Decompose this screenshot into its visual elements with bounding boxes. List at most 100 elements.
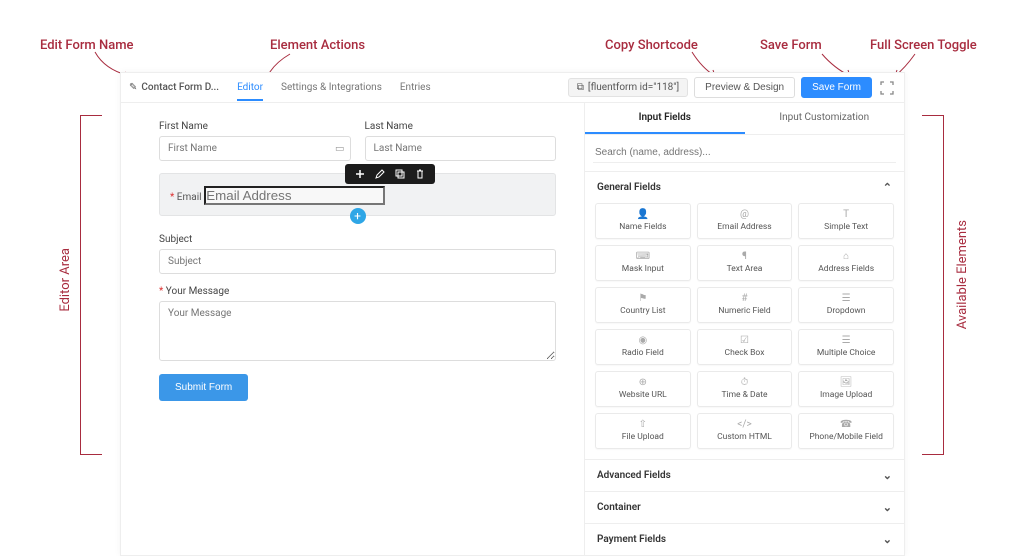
pencil-icon: ✎ xyxy=(129,82,137,93)
field-tile[interactable]: ◉Radio Field xyxy=(595,329,691,365)
tile-label: Website URL xyxy=(619,390,667,400)
field-tile[interactable]: @ Email Address xyxy=(697,203,793,239)
action-add[interactable] xyxy=(355,169,365,179)
section-head-advanced[interactable]: Advanced Fields ⌄ xyxy=(585,460,904,491)
section-title: General Fields xyxy=(597,182,661,193)
search-input[interactable] xyxy=(593,143,896,163)
section-head-general[interactable]: General Fields ⌃ xyxy=(585,172,904,203)
plus-icon xyxy=(355,169,365,179)
tile-icon: ⌂ xyxy=(843,252,849,262)
tile-icon: ☰ xyxy=(842,294,851,304)
tile-label: Simple Text xyxy=(824,222,868,232)
input-email[interactable] xyxy=(204,186,385,205)
trash-icon xyxy=(415,169,425,179)
tile-label: Check Box xyxy=(725,348,765,358)
tile-icon: ☑ xyxy=(740,336,749,346)
preview-button[interactable]: Preview & Design xyxy=(694,77,795,98)
section-advanced: Advanced Fields ⌄ xyxy=(585,459,904,491)
tile-icon: ⊕ xyxy=(639,378,647,388)
shortcode-copy[interactable]: ⧉ [fluentform id="118"] xyxy=(568,78,688,97)
fullscreen-toggle[interactable] xyxy=(878,79,896,97)
tile-icon: ☎ xyxy=(840,420,852,430)
section-container: Container ⌄ xyxy=(585,491,904,523)
tile-icon: ⌨ xyxy=(636,252,650,262)
section-title: Payment Fields xyxy=(597,534,666,545)
field-message[interactable]: Your Message xyxy=(159,286,556,364)
field-email-selected[interactable]: Email + xyxy=(159,173,556,216)
field-tile[interactable]: TSimple Text xyxy=(798,203,894,239)
field-subject[interactable]: Subject xyxy=(159,234,556,274)
field-tile[interactable]: </>Custom HTML xyxy=(697,413,793,449)
submit-button[interactable]: Submit Form xyxy=(159,374,248,401)
bracket-editor-area xyxy=(80,115,102,455)
field-tile[interactable]: ¶Text Area xyxy=(697,245,793,281)
input-first-name[interactable] xyxy=(159,136,351,161)
tab-editor[interactable]: Editor xyxy=(237,74,263,101)
pencil-icon xyxy=(375,169,385,179)
section-head-payment[interactable]: Payment Fields ⌄ xyxy=(585,524,904,555)
tile-icon: ⚑ xyxy=(638,294,647,304)
tile-label: Phone/Mobile Field xyxy=(809,432,883,442)
label-editor-area: Editor Area xyxy=(58,248,73,312)
element-action-toolbar xyxy=(345,164,435,184)
fields-sidebar: Input Fields Input Customization General… xyxy=(584,103,904,555)
action-duplicate[interactable] xyxy=(395,169,405,179)
save-form-button[interactable]: Save Form xyxy=(801,77,872,98)
label-first-name: First Name xyxy=(159,121,351,132)
tile-icon: @ xyxy=(740,210,749,220)
field-tile[interactable]: ☰ Multiple Choice xyxy=(798,329,894,365)
field-first-name[interactable]: First Name ▭ xyxy=(159,121,351,161)
field-tile[interactable]: ⌨ Mask Input xyxy=(595,245,691,281)
tile-label: Address Fields xyxy=(818,264,874,274)
tile-icon: ⏱ xyxy=(741,378,749,388)
tile-label: Dropdown xyxy=(827,306,866,316)
tile-label: Email Address xyxy=(717,222,771,232)
action-edit[interactable] xyxy=(375,169,385,179)
action-delete[interactable] xyxy=(415,169,425,179)
section-payment: Payment Fields ⌄ xyxy=(585,523,904,555)
field-tile[interactable]: ⌂ Address Fields xyxy=(798,245,894,281)
tile-icon: # xyxy=(741,294,747,304)
tile-label: Custom HTML xyxy=(717,432,772,442)
tile-label: Image Upload xyxy=(820,390,872,400)
input-last-name[interactable] xyxy=(365,136,557,161)
field-tile[interactable]: ⇧File Upload xyxy=(595,413,691,449)
fullscreen-icon xyxy=(880,81,894,95)
tile-label: Multiple Choice xyxy=(817,348,876,358)
tile-label: Time & Date xyxy=(721,390,767,400)
field-tile[interactable]: ☑ Check Box xyxy=(697,329,793,365)
label-message: Your Message xyxy=(159,286,556,297)
tile-label: Numeric Field xyxy=(718,306,770,316)
editor-canvas[interactable]: First Name ▭ Last Name Email xyxy=(121,103,584,555)
tile-label: Radio Field xyxy=(622,348,664,358)
tab-settings[interactable]: Settings & Integrations xyxy=(281,74,382,101)
input-subject[interactable] xyxy=(159,249,556,274)
chevron-down-icon: ⌄ xyxy=(883,501,892,514)
tab-entries[interactable]: Entries xyxy=(400,74,431,101)
chevron-down-icon: ⌄ xyxy=(883,533,892,546)
field-tile[interactable]: ⏱ Time & Date xyxy=(697,371,793,407)
field-tile[interactable]: ☰ Dropdown xyxy=(798,287,894,323)
label-subject: Subject xyxy=(159,234,556,245)
field-tile[interactable]: ⚑ Country List xyxy=(595,287,691,323)
top-tabs: Editor Settings & Integrations Entries xyxy=(237,74,431,101)
field-tile[interactable]: 🖼Image Upload xyxy=(798,371,894,407)
add-field-below[interactable]: + xyxy=(350,208,366,224)
field-tile[interactable]: ⊕ Website URL xyxy=(595,371,691,407)
label-last-name: Last Name xyxy=(365,121,557,132)
sidebar-search xyxy=(585,135,904,171)
tile-icon: ¶ xyxy=(742,252,747,262)
tab-input-customization[interactable]: Input Customization xyxy=(745,103,905,134)
input-message[interactable] xyxy=(159,301,556,361)
tile-label: Mask Input xyxy=(622,264,664,274)
field-tile[interactable]: ☎ Phone/Mobile Field xyxy=(798,413,894,449)
tile-label: Country List xyxy=(620,306,665,316)
field-tiles-grid: 👤Name Fields @ Email Address TSimple Text ⌨ M… xyxy=(585,203,904,459)
tab-input-fields[interactable]: Input Fields xyxy=(585,103,745,134)
field-tile[interactable]: # Numeric Field xyxy=(697,287,793,323)
field-last-name[interactable]: Last Name xyxy=(365,121,557,161)
tile-icon: ☰ xyxy=(842,336,851,346)
section-head-container[interactable]: Container ⌄ xyxy=(585,492,904,523)
field-tile[interactable]: 👤Name Fields xyxy=(595,203,691,239)
form-name-edit[interactable]: ✎ Contact Form D... xyxy=(129,82,219,93)
